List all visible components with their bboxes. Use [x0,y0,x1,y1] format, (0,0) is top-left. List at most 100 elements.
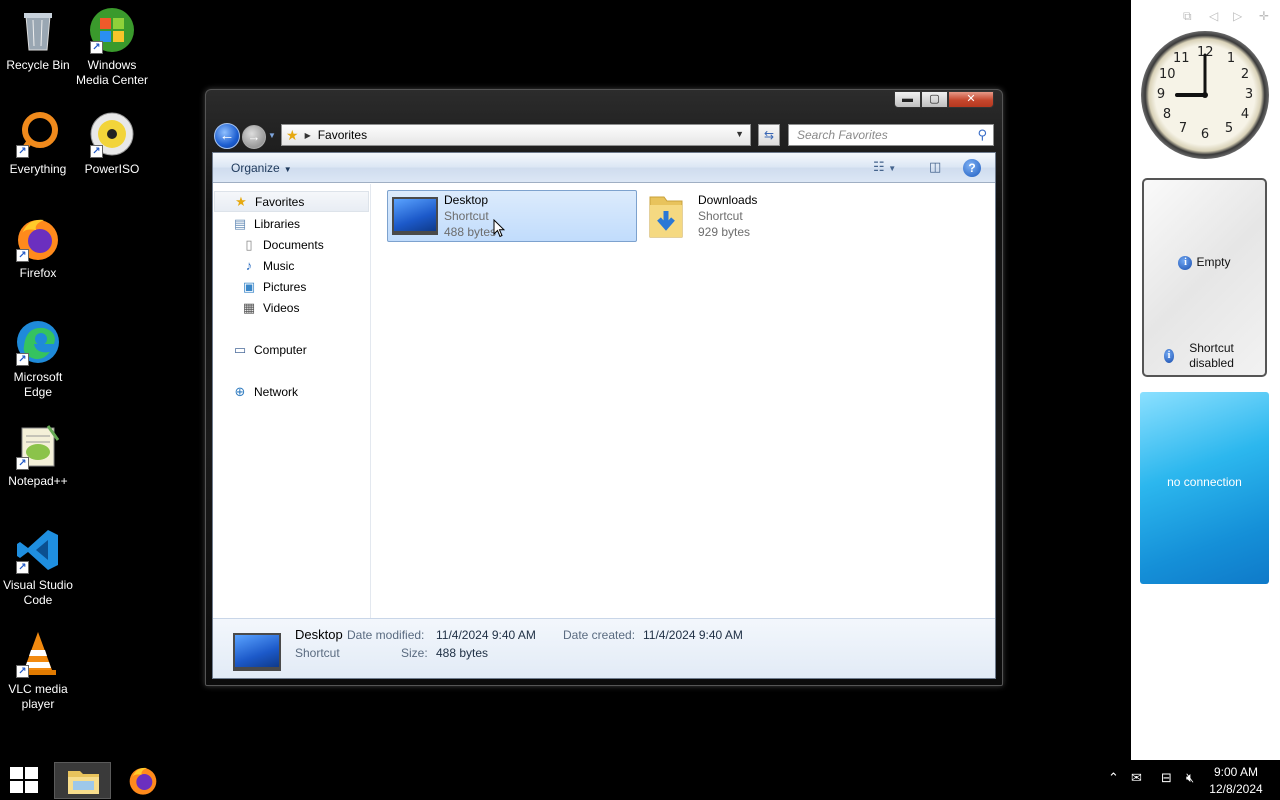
back-button[interactable]: ← [214,123,240,149]
desktop-icon-vlc[interactable]: ↗ VLC media player [0,630,76,712]
desktop-icon-poweriso[interactable]: ↗ PowerISO [74,110,150,177]
start-button[interactable] [10,767,38,793]
breadcrumb-favorites[interactable]: Favorites [318,128,367,142]
music-icon: ♪ [245,258,253,273]
taskbar-date: 12/8/2024 [1209,782,1263,796]
close-button[interactable]: ✕ [948,91,994,108]
desktop-icon-recycle-bin[interactable]: Recycle Bin [0,6,76,73]
next-page-icon[interactable]: ▷ [1233,9,1242,23]
clock-hour-hand [1175,93,1205,97]
taskbar [0,760,1280,800]
file-explorer-icon [68,771,99,794]
clock-number: 5 [1224,121,1234,136]
details-date-modified-label: Date modified: [347,628,425,642]
desktop-icon-notepadpp[interactable]: ↗ Notepad++ [0,422,76,489]
details-name: Desktop [295,627,343,642]
desktop-icon-windows-media-center[interactable]: ↗ Windows Media Center [74,6,150,88]
slideshow-shortcut-row: i Shortcut disabled [1164,341,1245,371]
videos-icon: ▦ [242,299,256,315]
weather-status: no connection [1167,475,1242,489]
desktop-icon-label: Everything [9,162,67,176]
shortcut-arrow-icon: ↗ [16,353,29,366]
libraries-icon: ▤ [233,215,247,231]
documents-icon: ▯ [245,236,253,252]
file-type: Shortcut [698,209,743,223]
edge-icon: ↗ [14,318,62,366]
slideshow-gadget[interactable]: i Empty i Shortcut disabled [1142,178,1267,377]
taskbar-clock[interactable]: 9:00 AM 12/8/2024 [1200,764,1272,798]
search-icon[interactable]: ⚲ [977,127,987,143]
maximize-button[interactable]: ▢ [921,91,948,108]
volume-muted-icon[interactable]: 🔇︎ [1186,770,1194,786]
shortcut-arrow-icon: ↗ [16,457,29,470]
search-input[interactable]: Search Favorites ⚲ [788,124,994,146]
gadget-gallery-icon[interactable]: ⧉ [1183,9,1192,24]
desktop-icon-label: Notepad++ [8,474,68,488]
file-name: Downloads [698,193,758,207]
clock-minute-hand [1203,53,1207,96]
nav-item-label: Pictures [263,279,307,294]
recent-pages-dropdown-icon[interactable]: ▼ [268,131,276,140]
navigation-pane: ★ Favorites ▤ Libraries ▯ Documents ♪ Mu… [213,184,371,618]
shortcut-arrow-icon: ↗ [16,249,29,262]
action-center-icon[interactable]: ✉ [1131,770,1142,786]
file-item-desktop[interactable]: Desktop Shortcut 488 bytes [387,190,637,242]
file-type: Shortcut [444,209,489,223]
file-item-downloads[interactable]: Downloads Shortcut 929 bytes [641,190,891,242]
slideshow-shortcut-text: Shortcut disabled [1189,341,1234,370]
search-placeholder: Search Favorites [797,128,888,142]
pictures-icon: ▣ [242,278,256,294]
slideshow-empty-row: i Empty [1144,255,1265,270]
nav-item-documents[interactable]: ▯ Documents [241,234,324,255]
taskbar-explorer-button[interactable] [54,762,111,799]
preview-pane-button[interactable]: ◫ [929,159,941,177]
nav-item-label: Videos [263,300,300,315]
firefox-icon: ↗ [14,214,62,262]
nav-item-favorites[interactable]: ★ Favorites [214,191,369,212]
clock-number: 10 [1159,67,1176,82]
address-dropdown-icon[interactable]: ▼ [735,129,744,139]
clock-gadget[interactable]: 12 1 2 3 4 5 6 7 8 9 10 11 [1141,31,1269,159]
clock-center [1202,92,1208,98]
network-icon[interactable]: ⊟ [1161,770,1172,786]
organize-button[interactable]: Organize ▼ [231,161,292,175]
desktop-icon-label: Windows Media Center [75,58,149,87]
nav-item-label: Libraries [254,216,301,231]
desktop-icon-label: Recycle Bin [6,58,70,72]
shortcut-arrow-icon: ↗ [90,41,103,54]
desktop-icon-firefox[interactable]: ↗ Firefox [0,214,76,281]
forward-button[interactable]: → [242,125,266,149]
clock-number: 2 [1240,67,1250,82]
minimize-button[interactable]: ▬ [894,91,921,108]
command-bar: Organize ▼ ☷ ▼ ◫ ? [213,153,995,183]
nav-item-pictures[interactable]: ▣ Pictures [241,276,307,297]
details-date-modified: 11/4/2024 9:40 AM [436,628,536,642]
slideshow-empty-text: Empty [1196,255,1231,269]
address-bar[interactable]: ★ ▶ Favorites ▼ [281,124,751,146]
nav-item-label: Documents [263,237,324,252]
change-view-button[interactable]: ☷ ▼ [873,159,896,177]
weather-gadget[interactable]: no connection [1140,392,1269,584]
taskbar-firefox-button[interactable] [127,764,159,796]
previous-page-icon[interactable]: ◁ [1209,9,1218,23]
desktop-icon-vscode[interactable]: ↗ Visual Studio Code [0,526,76,608]
desktop-icon-everything[interactable]: ↗ Everything [0,110,76,177]
explorer-client-area: Organize ▼ ☷ ▼ ◫ ? ★ Favorites ▤ Librarie… [212,152,996,679]
help-button[interactable]: ? [963,159,981,177]
nav-item-computer[interactable]: ▭ Computer [232,339,307,360]
nav-item-network[interactable]: ⊕ Network [232,381,298,402]
vscode-icon: ↗ [14,526,62,574]
clock-number: 4 [1240,107,1250,122]
caption-buttons: ▬ ▢ ✕ [894,91,994,108]
nav-item-music[interactable]: ♪ Music [241,255,295,276]
add-gadget-icon[interactable]: ✛ [1259,9,1269,23]
desktop-icon-edge[interactable]: ↗ Microsoft Edge [0,318,76,400]
info-icon: i [1178,256,1193,270]
nav-item-libraries[interactable]: ▤ Libraries [232,213,300,234]
nav-item-label: Network [254,384,299,399]
organize-label: Organize [231,161,280,175]
refresh-button[interactable]: ⇆ [758,124,780,146]
chevron-up-icon[interactable]: ⌃ [1108,770,1119,786]
nav-item-videos[interactable]: ▦ Videos [241,297,300,318]
breadcrumb-separator-icon[interactable]: ▶ [305,131,311,140]
